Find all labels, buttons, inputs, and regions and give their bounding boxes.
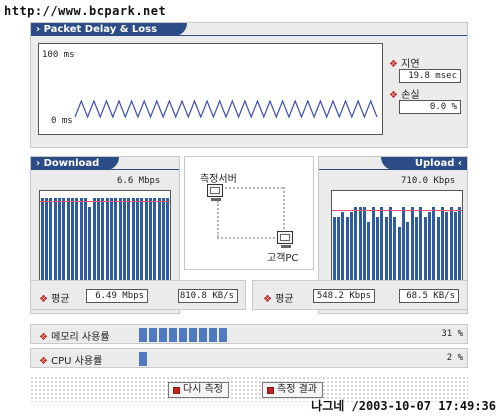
memory-value: 31 % xyxy=(441,329,463,339)
memory-label: 메모리 사용률 xyxy=(51,332,110,343)
upload-avg-kbs: 68.5 KB/s xyxy=(399,289,459,303)
connection-line-left xyxy=(217,201,219,237)
red-diamond-icon: ❖ xyxy=(39,332,48,343)
average-line xyxy=(40,201,170,202)
loss-value-box: 0.0 % xyxy=(399,100,461,114)
usage-segment xyxy=(149,328,157,342)
usage-segment xyxy=(169,328,177,342)
usage-segment xyxy=(199,328,207,342)
client-label: 고객PC xyxy=(267,253,299,264)
retest-button-label: 다시 측정 xyxy=(183,384,223,395)
connection-line-right xyxy=(283,187,285,233)
upload-avg-label: 평균 xyxy=(275,294,294,305)
footer-stamp: 나그네 /2003-10-07 17:49:36 xyxy=(311,399,496,413)
red-diamond-icon: ❖ xyxy=(39,294,48,305)
connection-line-top xyxy=(225,187,283,189)
delay-waveform xyxy=(74,99,378,119)
packet-delay-panel: › Packet Delay & Loss 100 ms 0 ms ❖ 지연 1… xyxy=(30,22,468,148)
memory-usage-bar xyxy=(139,328,435,342)
network-diagram: 측정서버 고객PC xyxy=(184,156,314,270)
packet-delay-graph: 100 ms 0 ms xyxy=(38,43,383,135)
red-diamond-icon: ❖ xyxy=(389,90,398,101)
upload-avg-label-wrap: ❖ 평균 xyxy=(263,290,294,305)
usage-segment xyxy=(189,328,197,342)
upload-rate-label: 710.0 Kbps xyxy=(401,176,456,186)
memory-usage-row: ❖ 메모리 사용률 31 % xyxy=(30,324,468,344)
red-square-icon xyxy=(173,386,180,394)
connection-line-bottom xyxy=(217,237,275,239)
usage-segment xyxy=(139,352,147,366)
watermark-text: http://www.bcpark.net xyxy=(4,4,167,18)
usage-segment xyxy=(179,328,187,342)
cpu-usage-row: ❖ CPU 사용률 2 % xyxy=(30,348,468,368)
red-diamond-icon: ❖ xyxy=(263,294,272,305)
download-avg-label-wrap: ❖ 평균 xyxy=(39,290,70,305)
result-button-label: 측정 결과 xyxy=(277,384,317,395)
upload-avg-mbps: 548.2 Kbps xyxy=(313,289,375,303)
red-square-icon xyxy=(267,386,274,394)
download-avg-label: 평균 xyxy=(51,294,70,305)
delay-value-box: 19.8 msec xyxy=(399,69,461,83)
server-label: 측정서버 xyxy=(200,174,237,185)
cpu-usage-bar xyxy=(139,352,435,366)
average-line xyxy=(332,210,462,211)
red-diamond-icon: ❖ xyxy=(39,356,48,367)
client-computer-icon xyxy=(277,231,293,248)
download-rate-label: 6.6 Mbps xyxy=(117,176,161,186)
server-computer-icon xyxy=(207,184,223,201)
download-avg-kbs: 810.8 KB/s xyxy=(178,289,238,303)
delay-line xyxy=(74,99,378,119)
loss-stat-label: ❖ 손실 xyxy=(389,86,420,101)
download-tab-label: › Download xyxy=(36,158,100,169)
packet-delay-tab-label: › Packet Delay & Loss xyxy=(36,24,158,35)
usage-segment xyxy=(209,328,217,342)
download-avg-row: ❖ 평균 6.49 Mbps 810.8 KB/s xyxy=(30,280,246,310)
download-avg-mbps: 6.49 Mbps xyxy=(86,289,148,303)
usage-segment xyxy=(159,328,167,342)
download-tab-underline xyxy=(31,169,179,170)
retest-button[interactable]: 다시 측정 xyxy=(168,382,229,398)
red-diamond-icon: ❖ xyxy=(389,59,398,70)
delay-stat-label: ❖ 지연 xyxy=(389,55,420,70)
cpu-label: CPU 사용률 xyxy=(51,356,103,367)
usage-segment xyxy=(219,328,227,342)
upload-tab-label: Upload ‹ xyxy=(414,158,462,169)
memory-label-wrap: ❖ 메모리 사용률 xyxy=(39,328,110,343)
packet-tab-underline xyxy=(31,35,467,36)
upload-tab-underline xyxy=(319,169,467,170)
upload-avg-row: ❖ 평균 548.2 Kbps 68.5 KB/s xyxy=(252,280,468,310)
usage-segment xyxy=(139,328,147,342)
cpu-label-wrap: ❖ CPU 사용률 xyxy=(39,352,102,367)
result-button[interactable]: 측정 결과 xyxy=(262,382,323,398)
cpu-value: 2 % xyxy=(446,353,463,363)
